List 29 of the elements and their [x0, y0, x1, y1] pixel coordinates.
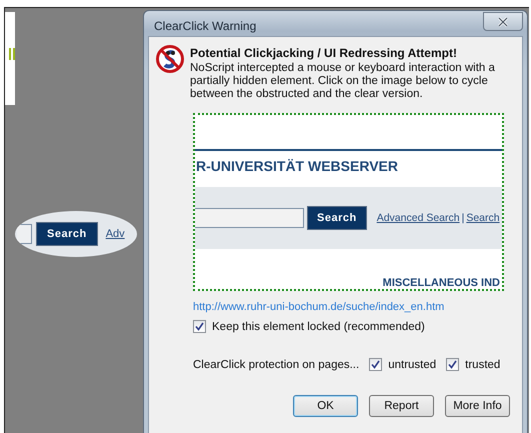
bars-icon	[9, 48, 15, 60]
search-link[interactable]: Search	[466, 212, 500, 224]
search-field[interactable]	[17, 224, 32, 244]
link-separator: |	[462, 212, 464, 224]
close-button[interactable]	[483, 12, 523, 31]
close-icon	[497, 16, 509, 26]
cut-off-link[interactable]: Adv	[106, 228, 125, 240]
section-heading: MISCELLANEOUS IND	[382, 277, 500, 289]
window-title: ClearClick Warning	[153, 18, 256, 32]
protection-label: ClearClick protection on pages...	[193, 358, 360, 370]
checkbox-label: untrusted	[388, 358, 436, 370]
search-field[interactable]	[195, 208, 304, 228]
site-title: R-UNIVERSITÄT WEBSERVER	[195, 157, 399, 176]
lock-checkbox[interactable]	[193, 320, 206, 333]
no-script-icon	[156, 45, 184, 73]
warning-heading: Potential Clickjacking / UI Redressing Attempt!	[190, 46, 458, 60]
warning-message: NoScript intercepted a mouse or keyboard interaction with a partially hidden element. Click on the image below to cycle between the obstructed and the clear version.	[190, 62, 496, 101]
dialog-button[interactable]: More Info	[445, 395, 510, 417]
dialog-button[interactable]: OK	[293, 395, 358, 417]
checkbox-label: Keep this element locked (recommended)	[212, 320, 425, 332]
search-button[interactable]: Search	[307, 206, 367, 230]
search-button[interactable]: Search	[36, 222, 98, 246]
checkbox-label: trusted	[465, 358, 500, 370]
protection-checkbox[interactable]	[446, 358, 460, 371]
search-link[interactable]: Advanced Search	[376, 212, 460, 224]
page-url-link[interactable]: http://www.ruhr-uni-bochum.de/suche/index_en.htm	[193, 301, 516, 313]
dialog-button[interactable]: Report	[369, 395, 434, 417]
page-preview[interactable]: R-UNIVERSITÄT WEBSERVER Search Advanced Search | Search MISCELLANEOUS IND	[193, 113, 504, 291]
protection-checkbox[interactable]	[369, 358, 382, 371]
